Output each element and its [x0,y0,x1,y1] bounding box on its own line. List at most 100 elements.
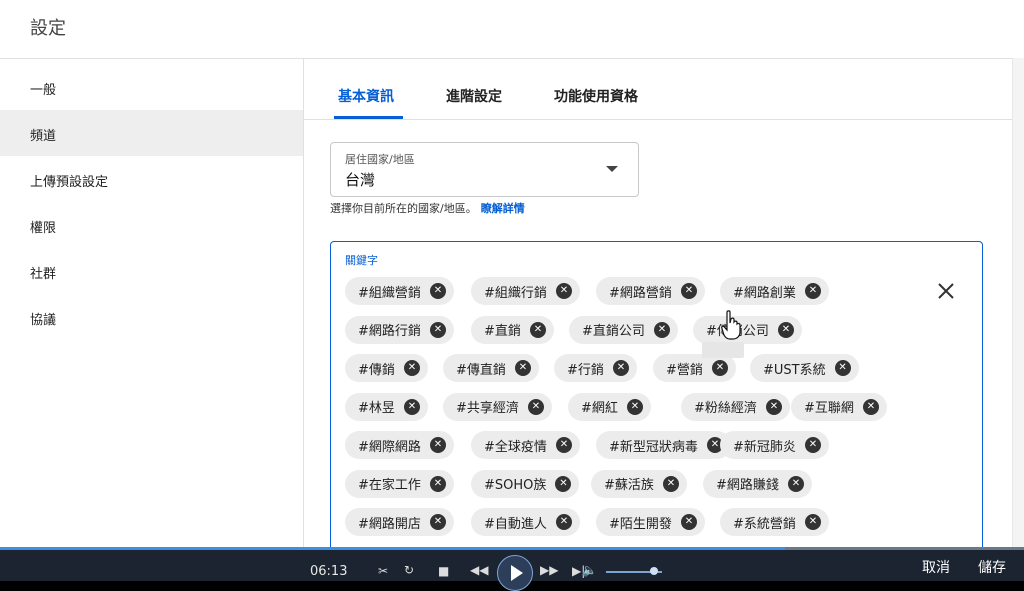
keyword-chip-label: #互聯網 [804,401,854,416]
keyword-chip[interactable]: #營銷 ✕ [653,354,736,382]
cancel-button[interactable]: 取消 [922,557,950,577]
keyword-chip[interactable]: #自動進人 ✕ [471,508,580,536]
keyword-chip[interactable]: #直銷公司 ✕ [569,315,678,344]
remove-chip-icon[interactable]: ✕ [612,360,629,376]
keyword-chip[interactable]: #網路賺錢 ✕ [703,469,812,498]
learn-more-link[interactable]: 瞭解詳情 [481,202,525,215]
save-button[interactable]: 儲存 [978,557,1006,577]
tab-feature-eligibility[interactable]: 功能使用資格 [554,86,638,106]
play-button[interactable] [497,555,533,591]
loop-icon[interactable]: ↻ [404,563,414,577]
keyword-chip-label: #網紅 [581,401,618,416]
keyword-chip-label: #在家工作 [358,478,421,493]
keyword-chip[interactable]: #傳銷公司✕ [693,315,802,344]
keyword-chip[interactable]: #粉絲經濟 ✕ [681,392,790,421]
remove-chip-icon[interactable]: ✕ [403,398,420,415]
remove-chip-icon[interactable]: ✕ [862,398,879,415]
remove-chip-icon[interactable]: ✕ [429,475,446,492]
keyword-chip[interactable]: #網路營銷 ✕ [596,277,705,305]
keyword-chip[interactable]: #全球疫情 ✕ [471,431,580,459]
remove-chip-icon[interactable]: ✕ [429,283,446,299]
remove-chip-icon[interactable]: ✕ [787,475,804,492]
sidebar-item-channel[interactable]: 頻道 [0,110,303,156]
keyword-chip-label: #新冠肺炎 [733,439,796,455]
keyword-chip[interactable]: #行銷 ✕ [554,354,637,382]
remove-chip-icon[interactable]: ✕ [429,514,446,530]
keyword-chip[interactable]: #網紅 ✕ [568,392,651,421]
keyword-chip[interactable]: #在家工作 ✕ [345,469,454,498]
keyword-chip[interactable]: #共享經濟 ✕ [443,392,552,421]
sidebar-item-agreements[interactable]: 協議 [0,294,303,340]
keyword-chip-label: #直銷 [484,324,521,339]
remove-chip-icon[interactable]: ✕ [765,398,782,415]
keyword-chip[interactable]: #網路開店 ✕ [345,508,454,536]
keyword-chip-label: #網路行銷 [358,324,421,339]
keyword-chip[interactable]: #網際網路 ✕ [345,431,454,459]
keyword-chip[interactable]: #UST系統 ✕ [750,354,859,382]
volume-icon[interactable]: 🔈 [582,563,597,577]
hand-cursor-icon [721,310,741,340]
remove-chip-icon[interactable]: ✕ [555,283,572,299]
keyword-chip[interactable]: #陌生開發 ✕ [596,508,705,536]
keyword-chip-label: #傳直銷 [456,362,506,378]
keyword-chip-label: #蘇活族 [604,478,654,493]
clear-all-icon[interactable] [935,280,957,302]
remove-chip-icon[interactable]: ✕ [403,360,420,376]
remove-chip-icon[interactable]: ✕ [529,321,546,338]
keywords-field[interactable]: 關鍵字 #組織營銷 ✕ #組織行銷 ✕ #網路營銷 ✕ #網路創業 ✕ #網路行銷 ✕ #直銷 ✕ #直… [330,241,983,550]
keyword-chip[interactable]: #蘇活族 ✕ [591,469,687,498]
remove-chip-icon[interactable]: ✕ [680,283,697,299]
keyword-chip[interactable]: #SOHO族 ✕ [471,469,580,498]
tooltip [702,342,744,358]
keyword-chip-label: #組織營銷 [358,285,421,301]
settings-sidebar: 一般 頻道 上傳預設設定 權限 社群 協議 [0,58,304,550]
scrollbar[interactable] [1012,58,1024,550]
remove-chip-icon[interactable]: ✕ [680,514,697,530]
keyword-chip-label: #自動進人 [484,516,547,532]
keyword-chip-label: #網路營銷 [609,285,672,301]
keyword-chip[interactable]: #組織行銷 ✕ [471,277,580,305]
remove-chip-icon[interactable]: ✕ [429,321,446,338]
keyword-chip-label: #共享經濟 [456,401,519,416]
subtitle-icon[interactable]: ✂ [378,564,388,578]
keyword-chip-label: #新型冠狀病毒 [609,439,698,455]
stop-icon[interactable]: ■ [438,564,449,578]
tab-basic-info[interactable]: 基本資訊 [338,86,394,106]
keyword-chip[interactable]: #網路行銷 ✕ [345,315,454,344]
remove-chip-icon[interactable]: ✕ [429,437,446,453]
keyword-chip[interactable]: #傳直銷 ✕ [443,354,539,382]
volume-slider-knob[interactable] [649,567,658,575]
keyword-chip[interactable]: #傳銷 ✕ [345,354,428,382]
country-select[interactable]: 居住國家/地區 台灣 [330,142,639,197]
keyword-chip-label: #UST系統 [763,362,826,378]
sidebar-item-general[interactable]: 一般 [0,64,303,110]
fast-forward-icon[interactable]: ▶▶ [540,563,558,577]
remove-chip-icon[interactable]: ✕ [777,321,794,338]
remove-chip-icon[interactable]: ✕ [514,360,531,376]
remove-chip-icon[interactable]: ✕ [804,437,821,453]
keyword-chip[interactable]: #林昱 ✕ [345,392,428,421]
keyword-chip[interactable]: #互聯網 ✕ [791,392,887,421]
rewind-icon[interactable]: ◀◀ [470,563,488,577]
remove-chip-icon[interactable]: ✕ [555,514,572,530]
remove-chip-icon[interactable]: ✕ [555,475,572,492]
keyword-chip[interactable]: #直銷 ✕ [471,315,554,344]
sidebar-item-community[interactable]: 社群 [0,248,303,294]
remove-chip-icon[interactable]: ✕ [804,514,821,530]
keyword-chip[interactable]: #系統營銷 ✕ [720,508,829,536]
remove-chip-icon[interactable]: ✕ [662,475,679,492]
remove-chip-icon[interactable]: ✕ [653,321,670,338]
remove-chip-icon[interactable]: ✕ [834,360,851,376]
sidebar-item-permissions[interactable]: 權限 [0,202,303,248]
remove-chip-icon[interactable]: ✕ [711,360,728,376]
remove-chip-icon[interactable]: ✕ [804,283,821,299]
remove-chip-icon[interactable]: ✕ [527,398,544,415]
keyword-chip[interactable]: #新型冠狀病毒 ✕ [596,431,731,459]
keyword-chip[interactable]: #組織營銷 ✕ [345,277,454,305]
tab-advanced-settings[interactable]: 進階設定 [446,86,502,106]
sidebar-item-upload-defaults[interactable]: 上傳預設設定 [0,156,303,202]
keyword-chip[interactable]: #網路創業 ✕ [720,277,829,305]
remove-chip-icon[interactable]: ✕ [555,437,572,453]
remove-chip-icon[interactable]: ✕ [626,398,643,415]
keyword-chip[interactable]: #新冠肺炎 ✕ [720,431,829,459]
